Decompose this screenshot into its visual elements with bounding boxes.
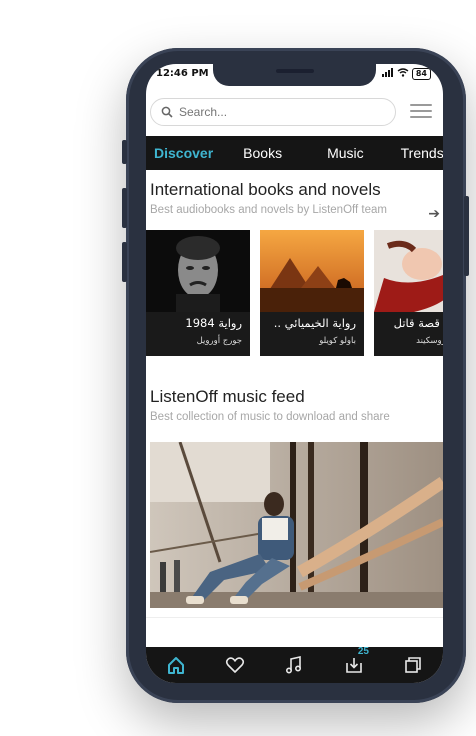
tab-trends[interactable]: Trends	[401, 145, 443, 161]
phone-screen: 12:46 PM 84 Discover Books Music Trends …	[146, 64, 443, 683]
book-title: رواية 1984	[185, 316, 242, 330]
phone-volume-up-button	[122, 188, 127, 228]
status-icons: 84	[381, 68, 431, 80]
books-section-subtitle: Best audiobooks and novels by ListenOff …	[150, 204, 387, 216]
status-time: 12:46 PM	[156, 68, 209, 79]
phone-volume-down-button	[122, 242, 127, 282]
download-icon[interactable]: 25	[344, 646, 369, 675]
wifi-icon	[397, 68, 409, 80]
phone-speaker	[276, 69, 314, 73]
music-icon[interactable]	[284, 655, 304, 675]
book-card[interactable]: رواية 1984 جورج أورويل	[146, 230, 250, 356]
book-cover-image	[146, 230, 250, 312]
books-section-title: International books and novels	[150, 180, 381, 199]
phone-side-button	[122, 140, 127, 164]
tab-music[interactable]: Music	[327, 145, 364, 161]
home-icon[interactable]	[166, 655, 186, 675]
arrow-right-icon[interactable]: ➔	[428, 206, 440, 222]
book-author: باتريك زوسكيند	[416, 336, 443, 346]
book-card[interactable]: رواية الخيميائي .. باولو كويلو	[260, 230, 364, 356]
download-count-badge: 25	[357, 646, 369, 657]
book-title: رواية الخيميائي ..	[273, 316, 356, 330]
phone-power-button	[464, 196, 469, 276]
books-section-header: International books and novels Best audi…	[150, 180, 440, 222]
battery-indicator: 84	[411, 68, 431, 80]
book-author: باولو كويلو	[319, 336, 356, 346]
music-section-header: ListenOff music feed Best collection of …	[150, 387, 440, 423]
heart-icon[interactable]	[225, 655, 245, 675]
bottom-navigation: 25	[146, 646, 443, 683]
book-cover-image	[374, 230, 443, 312]
signal-icon	[381, 68, 394, 80]
search-input[interactable]	[177, 104, 371, 120]
menu-icon[interactable]	[410, 104, 432, 120]
tab-books[interactable]: Books	[243, 145, 282, 161]
books-carousel[interactable]: رواية 1984 جورج أورويل رواية الخيميائي .…	[146, 230, 443, 356]
book-author: جورج أورويل	[196, 336, 242, 346]
copy-icon[interactable]	[403, 655, 423, 675]
search-icon	[161, 106, 173, 118]
phone-notch	[213, 64, 376, 86]
music-section-subtitle: Best collection of music to download and…	[150, 411, 390, 423]
book-title: عطر: قصة قاتل	[393, 316, 443, 330]
music-section-title: ListenOff music feed	[150, 387, 305, 406]
search-bar[interactable]	[150, 98, 396, 126]
tab-discover[interactable]: Discover	[154, 145, 213, 161]
book-card[interactable]: عطر: قصة قاتل باتريك زوسكيند	[374, 230, 443, 356]
category-tabs: Discover Books Music Trends	[146, 136, 443, 170]
content-divider	[146, 617, 443, 618]
music-feed-image[interactable]	[150, 442, 443, 608]
book-cover-image	[260, 230, 364, 312]
